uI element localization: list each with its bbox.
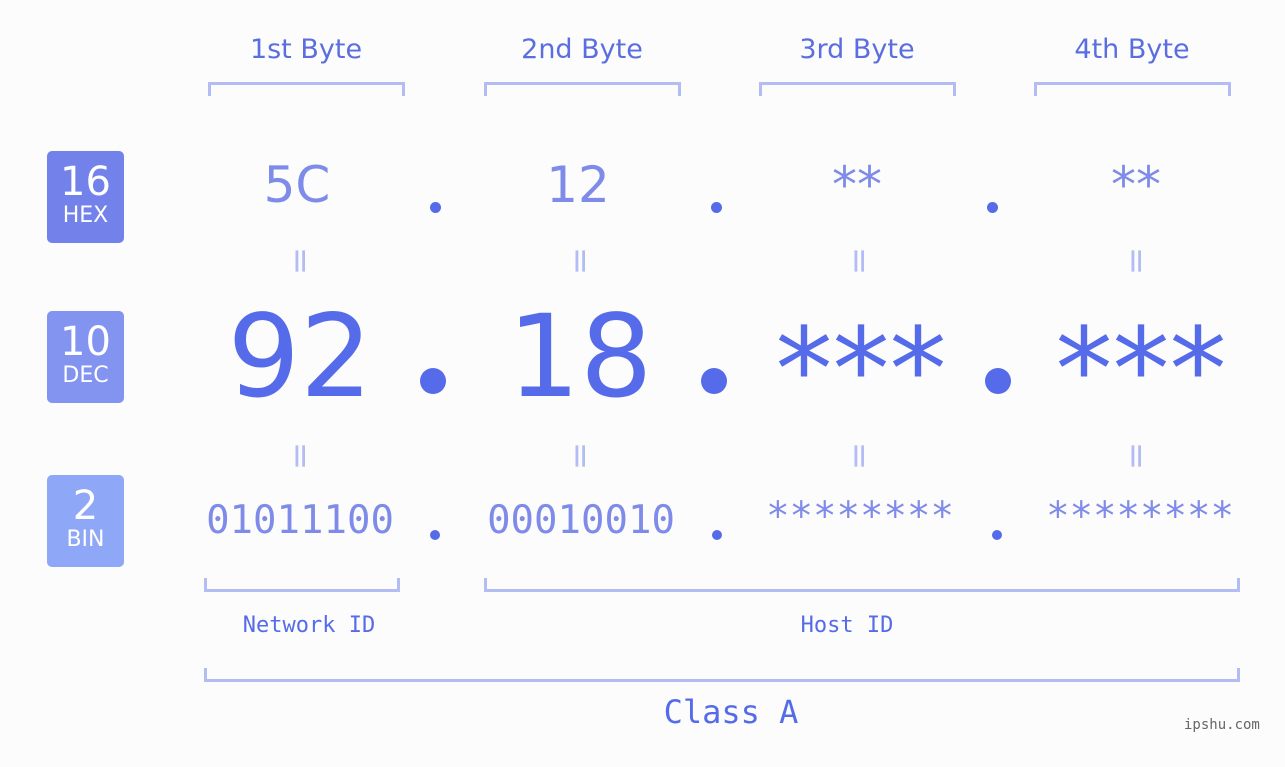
hex-badge-base: 16 <box>60 159 111 205</box>
network-id-bracket <box>204 578 400 592</box>
bin-byte-2: 00010010 <box>487 498 675 543</box>
dec-separator-dot <box>420 368 446 394</box>
hex-byte-4: ** <box>1111 156 1161 214</box>
host-id-label: Host ID <box>800 613 894 638</box>
bin-separator-dot <box>992 530 1002 540</box>
equals-glyph: = <box>280 441 320 471</box>
equals-sign: = <box>829 244 889 278</box>
host-id-bracket <box>484 578 1240 592</box>
bin-byte-4: ******** <box>1046 494 1234 539</box>
class-bracket <box>204 668 1240 682</box>
bin-separator-dot <box>430 530 440 540</box>
equals-sign: = <box>550 244 610 278</box>
equals-glyph: = <box>280 246 320 276</box>
hex-byte-1: 5C <box>263 156 331 214</box>
hex-byte-3: ** <box>832 156 882 214</box>
bin-badge-label: BIN <box>66 527 105 552</box>
dec-byte-4: *** <box>1055 303 1227 436</box>
equals-glyph: = <box>560 246 600 276</box>
bin-badge-base: 2 <box>72 483 99 529</box>
hex-separator-dot <box>987 202 998 213</box>
byte-header-4: 4th Byte <box>1074 34 1190 65</box>
hex-separator-dot <box>430 202 441 213</box>
equals-sign: = <box>270 439 330 473</box>
dec-separator-dot <box>985 368 1011 394</box>
equals-glyph: = <box>1116 441 1156 471</box>
dec-badge-base: 10 <box>60 319 111 365</box>
dec-badge: 10 DEC <box>47 311 124 403</box>
hex-badge: 16 HEX <box>47 151 124 243</box>
equals-sign: = <box>1106 244 1166 278</box>
byte-bracket-1 <box>208 82 405 96</box>
hex-separator-dot <box>711 202 722 213</box>
dec-byte-1: 92 <box>227 290 373 423</box>
hex-byte-2: 12 <box>546 156 610 214</box>
hex-badge-label: HEX <box>62 203 109 228</box>
bin-badge: 2 BIN <box>47 475 124 567</box>
equals-sign: = <box>550 439 610 473</box>
watermark: ipshu.com <box>1184 717 1260 733</box>
byte-header-1: 1st Byte <box>249 34 363 65</box>
byte-bracket-3 <box>759 82 956 96</box>
equals-glyph: = <box>1116 246 1156 276</box>
byte-header-2: 2nd Byte <box>521 34 643 65</box>
byte-header-3: 3rd Byte <box>799 34 915 65</box>
equals-sign: = <box>1106 439 1166 473</box>
equals-glyph: = <box>839 441 879 471</box>
bin-separator-dot <box>712 530 722 540</box>
equals-sign: = <box>270 244 330 278</box>
dec-byte-2: 18 <box>507 290 653 423</box>
equals-glyph: = <box>560 441 600 471</box>
dec-badge-label: DEC <box>62 363 109 388</box>
class-label: Class A <box>663 693 799 731</box>
dec-byte-3: *** <box>775 303 947 436</box>
network-id-label: Network ID <box>242 613 376 638</box>
byte-bracket-4 <box>1034 82 1231 96</box>
bin-byte-3: ******** <box>766 494 954 539</box>
equals-glyph: = <box>839 246 879 276</box>
equals-sign: = <box>829 439 889 473</box>
bin-byte-1: 01011100 <box>206 498 394 543</box>
byte-bracket-2 <box>484 82 681 96</box>
dec-separator-dot <box>701 368 727 394</box>
